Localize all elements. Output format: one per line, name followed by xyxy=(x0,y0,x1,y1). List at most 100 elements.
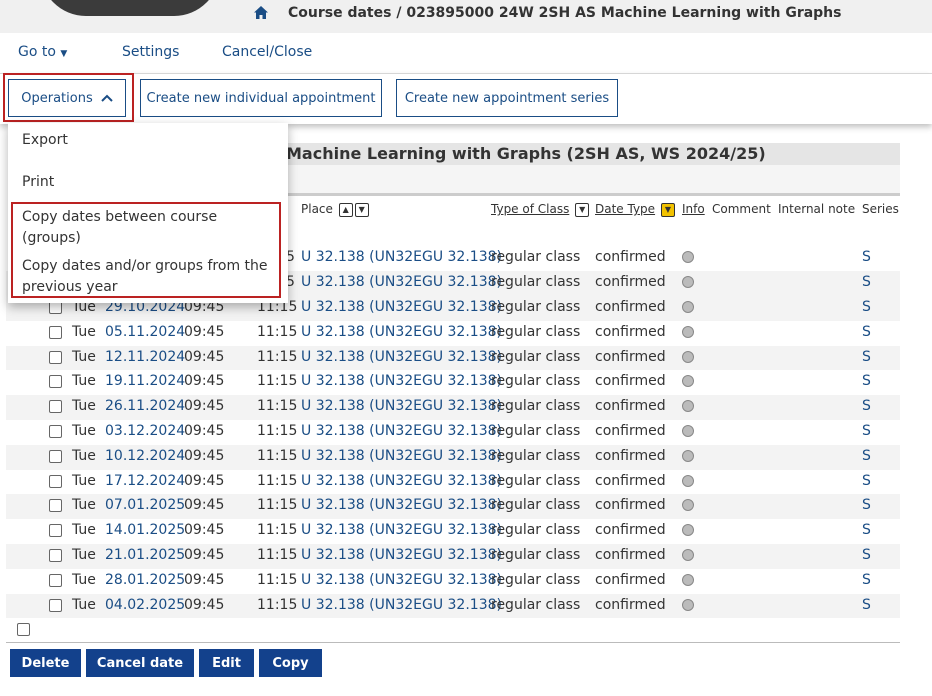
series-link[interactable]: S xyxy=(862,473,871,489)
start-time: 09:45 xyxy=(184,373,225,390)
row-checkbox[interactable] xyxy=(49,499,62,513)
series-link[interactable]: S xyxy=(862,349,871,365)
date-link[interactable]: 19.11.2024 xyxy=(105,373,185,389)
filter-icon[interactable]: ▼ xyxy=(575,202,590,217)
weekday: Tue xyxy=(72,423,96,439)
row-checkbox[interactable] xyxy=(49,375,62,389)
place-link[interactable]: U 32.138 (UN32EGU 32.138) xyxy=(301,349,502,365)
row-checkbox[interactable] xyxy=(49,524,62,538)
series-link[interactable]: S xyxy=(862,547,871,563)
date-link[interactable]: 03.12.2024 xyxy=(105,423,185,439)
info-icon[interactable] xyxy=(682,549,694,561)
info-icon[interactable] xyxy=(682,350,694,363)
info-icon[interactable] xyxy=(682,375,694,388)
info-icon[interactable] xyxy=(682,524,694,537)
info-icon[interactable] xyxy=(682,276,694,288)
cancel-close-link[interactable]: Cancel/Close xyxy=(222,44,312,60)
date-link[interactable]: 12.11.2024 xyxy=(105,349,185,365)
row-checkbox[interactable] xyxy=(49,350,62,364)
goto-menu[interactable]: Go to ▼ xyxy=(18,44,67,60)
row-checkbox[interactable] xyxy=(49,449,62,463)
place-link[interactable]: U 32.138 (UN32EGU 32.138) xyxy=(301,423,502,439)
class-type: regular class xyxy=(491,249,581,265)
place-link[interactable]: U 32.138 (UN32EGU 32.138) xyxy=(301,473,502,489)
place-link[interactable]: U 32.138 (UN32EGU 32.138) xyxy=(301,324,502,340)
date-type-header-label[interactable]: Date Type xyxy=(595,202,655,216)
date-link[interactable]: 04.02.2025 xyxy=(105,597,185,613)
date-link[interactable]: 21.01.2025 xyxy=(105,547,185,563)
date-link[interactable]: 05.11.2024 xyxy=(105,324,185,340)
row-checkbox[interactable] xyxy=(49,549,62,562)
info-icon[interactable] xyxy=(682,449,694,462)
home-icon[interactable] xyxy=(254,6,268,19)
place-link[interactable]: U 32.138 (UN32EGU 32.138) xyxy=(301,597,502,613)
info-icon[interactable] xyxy=(682,251,694,263)
series-link[interactable]: S xyxy=(862,274,871,290)
series-link[interactable]: S xyxy=(862,324,871,340)
place-link[interactable]: U 32.138 (UN32EGU 32.138) xyxy=(301,497,502,513)
place-link[interactable]: U 32.138 (UN32EGU 32.138) xyxy=(301,373,502,389)
column-header-place[interactable]: Place ▲ ▼ xyxy=(301,202,369,217)
date-link[interactable]: 17.12.2024 xyxy=(105,473,185,489)
date-link[interactable]: 26.11.2024 xyxy=(105,398,185,414)
series-link[interactable]: S xyxy=(862,373,871,389)
weekday: Tue xyxy=(72,373,96,390)
table-row: Tue 21.01.2025 09:45 11:15 U 32.138 (UN32EGU… xyxy=(6,544,900,569)
weekday: Tue xyxy=(72,323,96,340)
series-link[interactable]: S xyxy=(862,597,871,613)
edit-button[interactable]: Edit xyxy=(199,649,254,677)
info-icon[interactable] xyxy=(682,499,694,512)
date-link[interactable]: 28.01.2025 xyxy=(105,572,185,588)
place-link[interactable]: U 32.138 (UN32EGU 32.138) xyxy=(301,547,502,563)
goto-label[interactable]: Go to xyxy=(18,44,56,60)
place-link[interactable]: U 32.138 (UN32EGU 32.138) xyxy=(301,299,502,315)
info-icon[interactable] xyxy=(682,325,694,338)
type-header-label[interactable]: Type of Class xyxy=(491,202,569,216)
settings-link[interactable]: Settings xyxy=(122,44,179,60)
series-link[interactable]: S xyxy=(862,299,871,315)
info-icon[interactable] xyxy=(682,573,694,586)
cancel-date-button[interactable]: Cancel date xyxy=(86,649,194,677)
place-link[interactable]: U 32.138 (UN32EGU 32.138) xyxy=(301,274,502,290)
filter-active-icon[interactable]: ▼ xyxy=(660,202,675,217)
row-checkbox[interactable] xyxy=(49,400,62,414)
create-individual-appointment-button[interactable]: Create new individual appointment xyxy=(140,79,382,117)
series-link[interactable]: S xyxy=(862,572,871,588)
place-link[interactable]: U 32.138 (UN32EGU 32.138) xyxy=(301,249,502,265)
delete-button[interactable]: Delete xyxy=(10,649,81,677)
place-link[interactable]: U 32.138 (UN32EGU 32.138) xyxy=(301,522,502,538)
date-link[interactable]: 14.01.2025 xyxy=(105,522,185,538)
series-link[interactable]: S xyxy=(862,398,871,414)
place-link[interactable]: U 32.138 (UN32EGU 32.138) xyxy=(301,398,502,414)
row-checkbox[interactable] xyxy=(49,598,62,612)
row-checkbox[interactable] xyxy=(49,425,62,438)
info-icon[interactable] xyxy=(682,474,694,487)
row-checkbox[interactable] xyxy=(49,325,62,339)
date-link[interactable]: 07.01.2025 xyxy=(105,497,185,513)
series-link[interactable]: S xyxy=(862,249,871,265)
copy-button[interactable]: Copy xyxy=(259,649,322,677)
menu-item-export[interactable]: Export xyxy=(22,130,68,151)
series-link[interactable]: S xyxy=(862,448,871,464)
series-link[interactable]: S xyxy=(862,522,871,538)
info-icon[interactable] xyxy=(682,400,694,413)
create-appointment-series-button[interactable]: Create new appointment series xyxy=(396,79,618,117)
info-icon[interactable] xyxy=(682,301,694,313)
table-row: Tue 10.12.2024 09:45 11:15 U 32.138 (UN32EGU… xyxy=(6,444,900,470)
place-link[interactable]: U 32.138 (UN32EGU 32.138) xyxy=(301,572,502,588)
column-header-info[interactable]: Info xyxy=(682,202,705,216)
date-link[interactable]: 10.12.2024 xyxy=(105,448,185,464)
row-checkbox[interactable] xyxy=(49,573,62,587)
series-link[interactable]: S xyxy=(862,497,871,513)
info-icon[interactable] xyxy=(682,425,694,437)
sort-icon[interactable]: ▲ xyxy=(338,202,353,217)
menu-item-print[interactable]: Print xyxy=(22,172,54,193)
series-link[interactable]: S xyxy=(862,423,871,439)
place-link[interactable]: U 32.138 (UN32EGU 32.138) xyxy=(301,448,502,464)
column-header-type[interactable]: Type of Class ▼ xyxy=(491,202,590,217)
select-all-checkbox[interactable] xyxy=(17,623,30,636)
filter-icon[interactable]: ▼ xyxy=(354,202,369,217)
column-header-date-type[interactable]: Date Type ▼ xyxy=(595,202,675,217)
row-checkbox[interactable] xyxy=(49,474,62,488)
info-icon[interactable] xyxy=(682,598,694,611)
